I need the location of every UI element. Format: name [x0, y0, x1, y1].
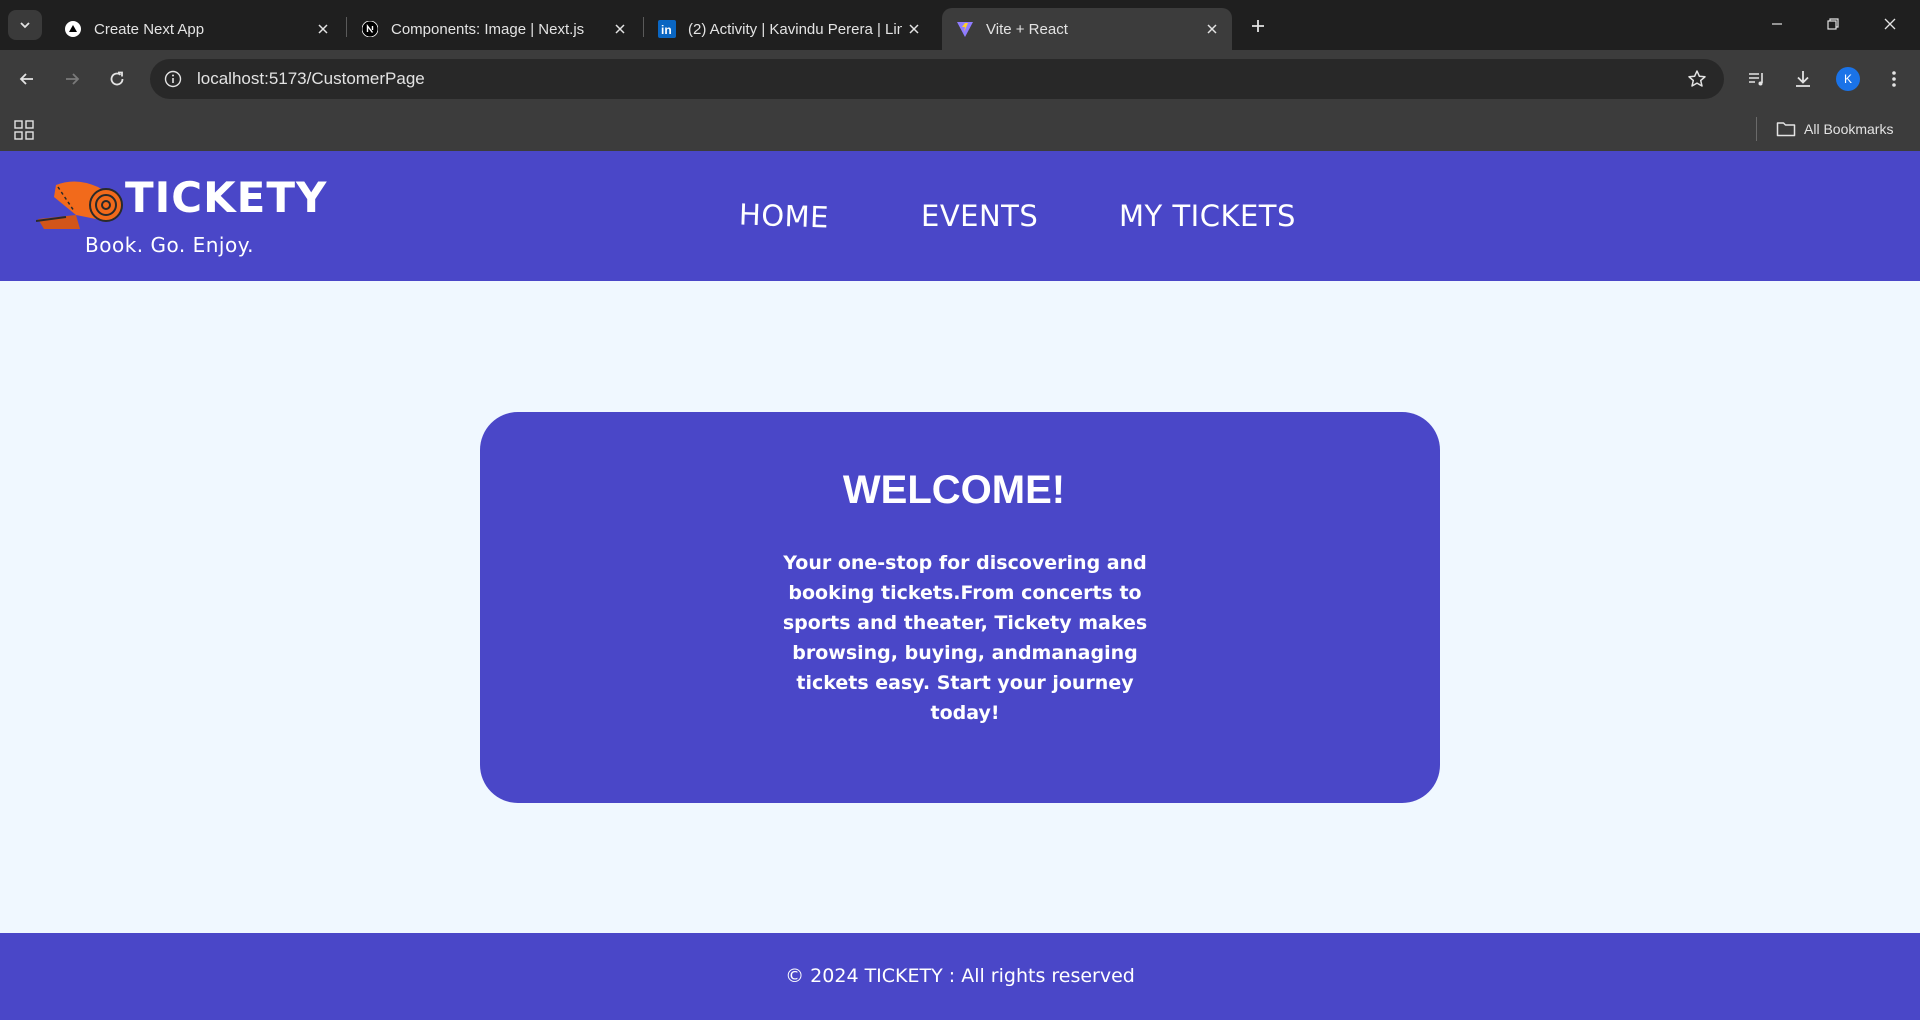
arrow-left-icon — [19, 73, 33, 85]
ticket-roll-icon — [36, 181, 123, 229]
tab-title: Create Next App — [94, 20, 205, 38]
url-text[interactable]: localhost:5173/CustomerPage — [197, 69, 425, 89]
folder-icon — [1776, 121, 1796, 137]
browser-tab[interactable]: Components: Image | Next.js — [347, 8, 640, 50]
welcome-card: WELCOME! Your one-stop for discovering a… — [480, 412, 1440, 803]
nav-home[interactable]: HOME — [738, 197, 829, 234]
nav-my-tickets[interactable]: MY TICKETS — [1119, 199, 1296, 233]
profile-avatar[interactable]: K — [1836, 67, 1860, 91]
welcome-heading: WELCOME! — [842, 468, 1066, 512]
tab-search-button[interactable] — [8, 10, 42, 40]
close-icon[interactable] — [902, 17, 926, 41]
vite-icon — [956, 20, 974, 38]
all-bookmarks-button[interactable]: All Bookmarks — [1776, 116, 1893, 142]
vercel-triangle-icon — [64, 20, 82, 38]
reload-icon — [110, 71, 124, 86]
restore-button[interactable] — [1810, 5, 1856, 43]
site-footer: © 2024 TICKETY : All rights reserved — [0, 933, 1920, 1020]
browser-tab-strip: Create Next App Components: Image | Next… — [0, 0, 1920, 50]
tickety-logo[interactable]: TICKETY Book. Go. Enjoy. — [36, 173, 326, 263]
apps-grid-icon — [14, 120, 34, 140]
download-icon — [1796, 71, 1810, 87]
reload-button[interactable] — [100, 62, 134, 96]
site-header: TICKETY Book. Go. Enjoy. HOME EVENTS MY … — [0, 151, 1920, 281]
linkedin-icon: in — [658, 20, 676, 38]
bookmark-star-icon[interactable] — [1686, 68, 1708, 90]
back-button[interactable] — [10, 62, 44, 96]
bookmarks-bar: All Bookmarks — [0, 108, 1920, 151]
bookmarks-divider — [1756, 117, 1757, 141]
nextjs-icon — [361, 20, 379, 38]
browser-toolbar: localhost:5173/CustomerPage K — [0, 50, 1920, 108]
plus-icon — [1252, 20, 1264, 32]
close-icon[interactable] — [1200, 17, 1224, 41]
logo-tagline: Book. Go. Enjoy. — [85, 233, 255, 257]
browser-tab-active[interactable]: Vite + React — [942, 8, 1232, 50]
close-icon[interactable] — [311, 17, 335, 41]
forward-button[interactable] — [55, 62, 89, 96]
chevron-down-icon — [20, 22, 30, 29]
welcome-description: Your one-stop for discovering and bookin… — [782, 552, 1148, 724]
close-icon — [1884, 18, 1896, 30]
browser-menu-button[interactable] — [1879, 64, 1909, 94]
downloads-button[interactable] — [1788, 64, 1818, 94]
nav-events[interactable]: EVENTS — [921, 199, 1038, 233]
site-info-icon[interactable] — [162, 68, 184, 90]
close-icon[interactable] — [608, 17, 632, 41]
browser-tab[interactable]: in (2) Activity | Kavindu Perera | Lin — [644, 8, 934, 50]
arrow-right-icon — [66, 73, 80, 85]
logo-wordmark: TICKETY — [125, 173, 328, 222]
restore-icon — [1827, 18, 1839, 30]
minimize-button[interactable] — [1754, 5, 1800, 43]
new-tab-button[interactable] — [1244, 12, 1272, 40]
copyright-text: © 2024 TICKETY : All rights reserved — [785, 965, 1135, 987]
svg-text:in: in — [661, 23, 672, 37]
tab-title: Vite + React — [986, 20, 1068, 38]
tab-title: (2) Activity | Kavindu Perera | Lin — [688, 20, 902, 38]
all-bookmarks-label: All Bookmarks — [1804, 121, 1894, 137]
minimize-icon — [1772, 23, 1782, 25]
tab-title: Components: Image | Next.js — [391, 20, 585, 38]
close-window-button[interactable] — [1867, 5, 1913, 43]
apps-button[interactable] — [12, 118, 36, 142]
more-vertical-icon — [1892, 71, 1896, 87]
media-queue-icon — [1749, 73, 1763, 86]
address-bar[interactable]: localhost:5173/CustomerPage — [150, 59, 1724, 99]
browser-tab[interactable]: Create Next App — [50, 8, 343, 50]
media-controls-button[interactable] — [1742, 64, 1772, 94]
